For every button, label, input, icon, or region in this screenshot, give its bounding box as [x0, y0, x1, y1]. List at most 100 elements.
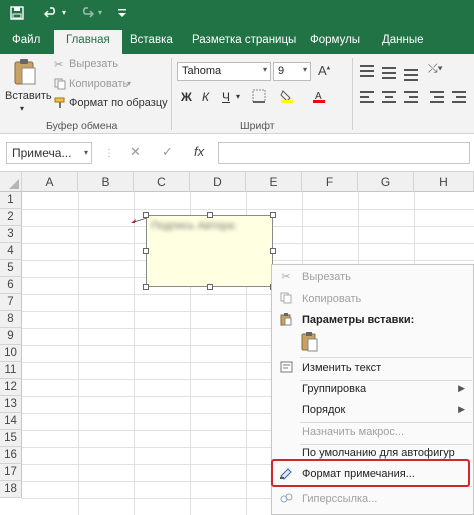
- column-header[interactable]: E: [246, 172, 302, 192]
- save-icon[interactable]: [10, 6, 24, 23]
- row-header[interactable]: 13: [0, 396, 22, 413]
- chevron-right-icon: ▶: [458, 404, 465, 414]
- row-header[interactable]: 14: [0, 413, 22, 430]
- column-header[interactable]: D: [190, 172, 246, 192]
- comment-pointer-icon: [131, 217, 147, 223]
- redo-dropdown-icon[interactable]: ▾: [98, 8, 102, 17]
- align-top-icon[interactable]: [358, 62, 376, 80]
- resize-handle[interactable]: [207, 212, 213, 218]
- fill-color-icon[interactable]: [280, 89, 294, 106]
- select-all-corner[interactable]: [0, 172, 22, 192]
- paste-option-button[interactable]: [300, 331, 320, 356]
- copy-dropdown-icon[interactable]: ▾: [127, 79, 131, 88]
- cancel-icon[interactable]: ✕: [130, 144, 141, 160]
- chevron-down-icon: ▾: [302, 65, 307, 74]
- bold-button[interactable]: Ж: [181, 90, 192, 104]
- column-header[interactable]: G: [358, 172, 414, 192]
- tab-home[interactable]: Главная: [54, 30, 122, 54]
- decrease-indent-icon[interactable]: [428, 88, 446, 106]
- italic-button[interactable]: К: [202, 90, 209, 104]
- resize-handle[interactable]: [270, 248, 276, 254]
- tab-formulas[interactable]: Формулы: [310, 34, 360, 46]
- column-header[interactable]: C: [134, 172, 190, 192]
- menu-item-hyperlink[interactable]: Гиперссылка...: [272, 489, 473, 510]
- row-header[interactable]: 15: [0, 430, 22, 447]
- resize-handle[interactable]: [143, 212, 149, 218]
- row-header[interactable]: 18: [0, 481, 22, 498]
- resize-handle[interactable]: [207, 284, 213, 290]
- row-header[interactable]: 1: [0, 192, 22, 209]
- resize-handle[interactable]: [143, 284, 149, 290]
- align-left-icon[interactable]: [358, 88, 376, 106]
- font-name-select[interactable]: Tahoma ▾: [177, 62, 271, 81]
- enter-icon[interactable]: ✓: [162, 144, 173, 160]
- row-header[interactable]: 5: [0, 260, 22, 277]
- tab-page-layout[interactable]: Разметка страницы: [192, 34, 296, 46]
- row-header[interactable]: 11: [0, 362, 22, 379]
- menu-item-label: Вырезать: [302, 271, 351, 283]
- title-bar: ▾ ▾: [0, 0, 474, 28]
- column-header[interactable]: F: [302, 172, 358, 192]
- align-right-icon[interactable]: [402, 88, 420, 106]
- formula-input[interactable]: [218, 142, 470, 164]
- paste-button[interactable]: Вставить: [5, 90, 52, 102]
- menu-item-cut[interactable]: ✂ Вырезать: [272, 267, 473, 288]
- gridline: [22, 209, 474, 210]
- cut-button[interactable]: Вырезать: [69, 58, 118, 70]
- paste-dropdown-icon[interactable]: ▾: [20, 104, 24, 113]
- row-header[interactable]: 7: [0, 294, 22, 311]
- format-painter-button[interactable]: Формат по образцу: [69, 97, 168, 109]
- scissors-icon: ✂: [281, 271, 291, 283]
- row-header[interactable]: 17: [0, 464, 22, 481]
- underline-button[interactable]: Ч: [222, 90, 230, 104]
- tab-data[interactable]: Данные: [382, 34, 424, 46]
- row-header[interactable]: 9: [0, 328, 22, 345]
- menu-item-order[interactable]: Порядок ▶: [272, 400, 473, 421]
- resize-handle[interactable]: [143, 248, 149, 254]
- underline-dropdown-icon[interactable]: ▾: [236, 92, 240, 101]
- paste-icon[interactable]: [12, 58, 38, 91]
- tab-file[interactable]: Файл: [12, 34, 40, 46]
- menu-item-edit-text[interactable]: Изменить текст: [272, 358, 473, 379]
- column-header[interactable]: B: [78, 172, 134, 192]
- resize-handle[interactable]: [270, 212, 276, 218]
- undo-dropdown-icon[interactable]: ▾: [62, 8, 66, 17]
- undo-icon[interactable]: [43, 6, 58, 23]
- row-header[interactable]: 10: [0, 345, 22, 362]
- align-middle-icon[interactable]: [380, 62, 398, 80]
- name-box[interactable]: Примеча... ▾: [6, 142, 92, 164]
- menu-item-copy[interactable]: Копировать: [272, 289, 473, 310]
- hyperlink-icon: [279, 492, 293, 506]
- insert-function-icon[interactable]: fx: [194, 144, 204, 159]
- gridline: [78, 192, 79, 515]
- redo-icon[interactable]: [80, 6, 95, 23]
- row-header[interactable]: 4: [0, 243, 22, 260]
- chevron-down-icon: ▾: [83, 148, 88, 157]
- column-header[interactable]: H: [414, 172, 474, 192]
- align-bottom-icon[interactable]: [402, 62, 420, 81]
- row-header[interactable]: 16: [0, 447, 22, 464]
- menu-item-assign-macro[interactable]: Назначить макрос...: [272, 422, 473, 443]
- chevron-right-icon: ▶: [458, 383, 465, 393]
- orientation-icon[interactable]: ⤯▾: [428, 61, 443, 76]
- row-header[interactable]: 12: [0, 379, 22, 396]
- font-size-select[interactable]: 9 ▾: [273, 62, 311, 81]
- align-center-icon[interactable]: [380, 88, 398, 106]
- row-header[interactable]: 6: [0, 277, 22, 294]
- comment-box[interactable]: Подпись Автора:: [146, 215, 273, 287]
- tab-insert[interactable]: Вставка: [130, 34, 173, 46]
- row-header[interactable]: 3: [0, 226, 22, 243]
- increase-font-icon[interactable]: A▴: [318, 63, 330, 78]
- increase-indent-icon[interactable]: [450, 88, 468, 106]
- highlight-annotation: [271, 459, 470, 487]
- copy-button[interactable]: Копировать: [69, 78, 128, 90]
- menu-item-label: Гиперссылка...: [302, 493, 378, 505]
- row-header[interactable]: 8: [0, 311, 22, 328]
- customize-toolbar-icon[interactable]: [116, 6, 128, 21]
- row-header[interactable]: 2: [0, 209, 22, 226]
- borders-icon[interactable]: [252, 89, 266, 106]
- font-color-icon[interactable]: A: [312, 89, 326, 106]
- format-painter-icon: [54, 97, 66, 112]
- column-header[interactable]: A: [22, 172, 78, 192]
- menu-item-grouping[interactable]: Группировка ▶: [272, 379, 473, 400]
